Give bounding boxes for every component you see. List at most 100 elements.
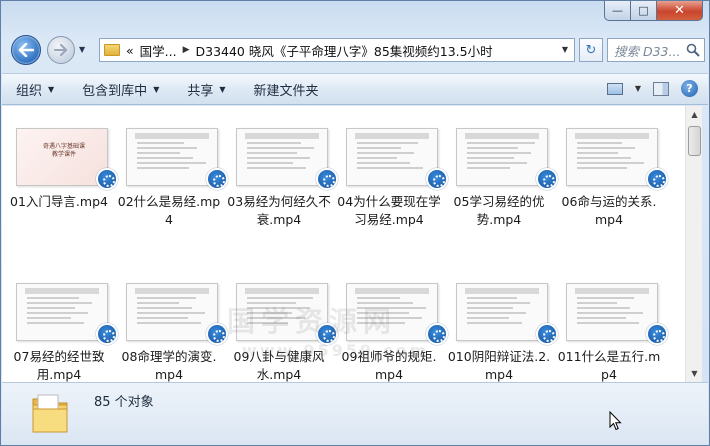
thumbnail-slide-line — [247, 162, 293, 164]
thumbnail-slide-line — [137, 157, 193, 159]
thumbnail-slide-line — [27, 302, 92, 304]
breadcrumb-item-current[interactable]: D33440 晓风《子平命理八字》85集视频约13.5小时 — [196, 41, 493, 60]
thumbnail-slide-line — [467, 302, 530, 304]
scroll-up-button[interactable]: ▲ — [686, 106, 703, 123]
address-dropdown[interactable]: ▼ — [562, 45, 568, 54]
file-item[interactable]: 02什么是易经.mp4 — [112, 106, 228, 256]
thumbnail-slide-line — [577, 157, 631, 159]
thumbnail-slide-line — [467, 317, 509, 319]
thumbnail-slide-line — [357, 152, 414, 154]
back-button[interactable] — [11, 35, 41, 65]
arrow-left-icon — [18, 43, 34, 57]
thumbnail-slide-line — [577, 322, 639, 324]
navigation-bar: ▼ « 国学... ▶ D33440 晓风《子平命理八字》85集视频约13.5小… — [7, 31, 705, 67]
thumbnail-slide-heading — [245, 288, 319, 294]
thumbnail-slide-line — [137, 307, 192, 309]
file-name: 07易经的经世致用.mp4 — [13, 349, 105, 382]
thumbnail-slide-line — [467, 157, 514, 159]
arrow-right-icon — [54, 44, 68, 56]
mouse-cursor-icon — [609, 411, 622, 431]
thumbnail-slide-heading — [25, 288, 99, 294]
video-thumbnail — [566, 128, 658, 186]
new-folder-button[interactable]: 新建文件夹 — [240, 74, 333, 104]
thumbnail-slide-line — [247, 167, 306, 169]
refresh-icon: ↻ — [585, 42, 597, 58]
thumbnail-slide-line — [137, 322, 201, 324]
thumbnail-slide-line — [577, 307, 630, 309]
video-thumbnail — [236, 128, 328, 186]
thumbnail-slide-line — [137, 142, 184, 144]
file-item[interactable]: 06命与运的关系.mp4 — [552, 106, 668, 256]
thumbnail-slide-line — [467, 152, 531, 154]
thumbnail-slide-line — [467, 162, 527, 164]
recent-locations-dropdown[interactable]: ▼ — [79, 45, 85, 54]
thumbnail-slide-line — [577, 312, 643, 314]
thumbnail-slide-line — [357, 167, 423, 169]
file-name: 05学习易经的优势.mp4 — [453, 194, 545, 227]
thumbnail-slide-line — [137, 162, 206, 164]
search-icon[interactable] — [686, 43, 700, 57]
explorer-window: — □ ✕ ▼ « 国学... ▶ D33440 晓风《子平命理八字》85集视频… — [0, 0, 710, 446]
change-view-icon[interactable] — [606, 82, 623, 95]
maximize-button[interactable]: □ — [631, 1, 657, 21]
address-bar[interactable]: « 国学... ▶ D33440 晓风《子平命理八字》85集视频约13.5小时 … — [99, 38, 575, 62]
organize-menu[interactable]: 组织 ▼ — [2, 74, 68, 104]
minimize-button[interactable]: — — [604, 1, 631, 21]
video-thumbnail — [16, 283, 108, 341]
thumbnail-slide-line — [27, 297, 79, 299]
thumbnail-slide-line — [467, 322, 522, 324]
file-list[interactable]: 奇遇八字基础课 教学课件 01入门导言.mp4 02什么是易经.mp4 03易经为何经… — [2, 106, 685, 382]
breadcrumb-overflow[interactable]: « — [126, 43, 134, 58]
thumbnail-slide-line — [27, 317, 71, 319]
file-name: 04为什么要现在学习易经.mp4 — [337, 194, 441, 227]
forward-button[interactable] — [47, 36, 75, 64]
include-in-library-menu[interactable]: 包含到库中 ▼ — [68, 74, 173, 104]
thumbnail-slide-heading — [245, 133, 319, 139]
scroll-thumb[interactable] — [688, 126, 701, 156]
help-icon[interactable]: ? — [681, 80, 698, 97]
file-item[interactable]: 奇遇八字基础课 教学课件 01入门导言.mp4 — [2, 106, 118, 256]
vertical-scrollbar[interactable]: ▲ ▼ — [685, 106, 702, 382]
share-label: 共享 — [187, 83, 214, 99]
file-name: 01入门导言.mp4 — [10, 194, 108, 209]
thumbnail-slide-line — [467, 142, 535, 144]
file-item[interactable]: 05学习易经的优势.mp4 — [442, 106, 558, 256]
close-button[interactable]: ✕ — [657, 1, 703, 21]
details-pane: 85 个对象 — [2, 382, 708, 445]
thumbnail-slide-line — [357, 147, 401, 149]
thumbnail-slide-line — [577, 297, 634, 299]
thumbnail-slide-line — [137, 152, 180, 154]
file-name: 03易经为何经久不衰.mp4 — [227, 194, 331, 227]
file-name: 011什么是五行.mp4 — [557, 349, 661, 382]
refresh-button[interactable]: ↻ — [579, 38, 603, 62]
thumbnail-slide-heading — [135, 133, 209, 139]
preview-pane-icon[interactable] — [653, 81, 669, 96]
thumbnail-slide-line — [27, 322, 84, 324]
thumbnail-slide-line — [27, 307, 75, 309]
view-options-dropdown[interactable]: ▼ — [635, 84, 641, 93]
file-item[interactable]: 04为什么要现在学习易经.mp4 — [332, 106, 448, 256]
video-thumbnail: 奇遇八字基础课 教学课件 — [16, 128, 108, 186]
share-menu[interactable]: 共享 ▼ — [173, 74, 239, 104]
thumbnail-slide-line — [137, 297, 196, 299]
file-name: 02什么是易经.mp4 — [117, 194, 221, 227]
search-input[interactable]: 搜索 D33... — [607, 38, 705, 62]
thumbnail-slide-line — [577, 147, 635, 149]
scroll-down-button[interactable]: ▼ — [686, 365, 703, 382]
file-item[interactable]: 07易经的经世致用.mp4 — [2, 261, 118, 382]
thumbnail-slide-line — [137, 312, 205, 314]
file-item[interactable]: 08命理学的演变.mp4 — [112, 261, 228, 382]
thumbnail-slide-line — [467, 167, 510, 169]
thumbnail-slide-line — [357, 297, 400, 299]
breadcrumb-item[interactable]: 国学... — [140, 41, 177, 60]
file-item[interactable]: 010阴阳辩证法.2.mp4 — [442, 261, 558, 382]
thumbnail-slide-line — [577, 152, 618, 154]
thumbnail-slide-line — [137, 147, 197, 149]
thumbnail-slide-line — [577, 302, 617, 304]
chevron-down-icon: ▼ — [219, 84, 226, 94]
file-item[interactable]: 03易经为何经久不衰.mp4 — [222, 106, 338, 256]
file-item[interactable]: 011什么是五行.mp4 — [552, 261, 668, 382]
thumbnail-slide-line — [467, 312, 526, 314]
chevron-right-icon[interactable]: ▶ — [183, 45, 190, 55]
watermark-text: 国学资源网 — [227, 305, 398, 338]
